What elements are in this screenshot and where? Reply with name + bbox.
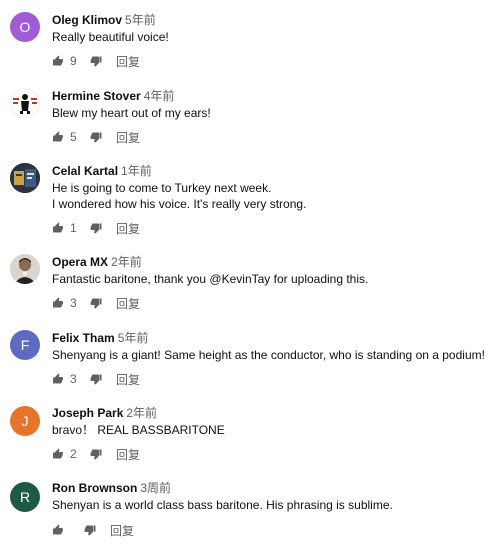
comment-actions: 5 回复: [52, 129, 140, 145]
thumbs-down-icon[interactable]: [90, 297, 102, 309]
comment-actions: 1 回复: [52, 220, 140, 236]
thumbs-up-icon[interactable]: [52, 297, 64, 309]
comment-actions: 2 回复: [52, 446, 140, 462]
reply-button[interactable]: 回复: [116, 371, 140, 388]
avatar[interactable]: O: [10, 12, 40, 42]
like-count: 1: [70, 221, 77, 235]
reply-button[interactable]: 回复: [116, 220, 140, 237]
comment-line: I wondered how his voice. It's really ve…: [52, 197, 307, 211]
author-name[interactable]: Ron Brownson: [52, 481, 137, 495]
avatar[interactable]: [10, 88, 40, 118]
author-name[interactable]: Oleg Klimov: [52, 13, 122, 27]
thumbs-up-icon[interactable]: [52, 222, 64, 234]
like-count: 2: [70, 447, 77, 461]
avatar-letter: R: [19, 489, 31, 505]
comment-actions: 回复: [52, 522, 134, 538]
author-name[interactable]: Celal Kartal: [52, 164, 118, 178]
avatar-letter: O: [19, 19, 31, 35]
comment-time[interactable]: 2年前: [126, 406, 157, 420]
thumbs-up-icon[interactable]: [52, 524, 64, 536]
reply-button[interactable]: 回复: [116, 295, 140, 312]
like-count: 3: [70, 296, 77, 310]
comment-time[interactable]: 2年前: [111, 255, 142, 269]
like-count: 9: [70, 54, 77, 68]
thumbs-down-icon[interactable]: [84, 524, 96, 536]
comment-actions: 3 回复: [52, 371, 140, 387]
comment-time[interactable]: 1年前: [121, 164, 152, 178]
thumbs-down-icon[interactable]: [90, 373, 102, 385]
comment-line: He is going to come to Turkey next week.: [52, 181, 272, 195]
like-count: 3: [70, 372, 77, 386]
avatar-image: [11, 89, 39, 117]
comment-text: Really beautiful voice!: [52, 29, 497, 45]
comment-header: Hermine Stover 4年前: [52, 88, 174, 104]
comment-header: Joseph Park 2年前: [52, 405, 157, 421]
avatar[interactable]: F: [10, 330, 40, 360]
comment-header: Celal Kartal 1年前: [52, 163, 152, 179]
comment-header: Ron Brownson 3周前: [52, 480, 171, 496]
comment-text: Shenyan is a world class bass baritone. …: [52, 497, 497, 513]
avatar-image: [10, 163, 40, 193]
comment-line: bravo！ REAL BASSBARITONE: [52, 423, 225, 437]
reply-button[interactable]: 回复: [110, 522, 134, 539]
comment-line: Shenyan is a world class bass baritone. …: [52, 498, 393, 512]
comment-time[interactable]: 3周前: [140, 481, 171, 495]
avatar[interactable]: J: [10, 406, 40, 436]
comment-header: Opera MX 2年前: [52, 254, 142, 270]
comment-text: bravo！ REAL BASSBARITONE: [52, 422, 497, 438]
thumbs-up-icon[interactable]: [52, 55, 64, 67]
avatar-image: [10, 254, 40, 284]
comment-text: He is going to come to Turkey next week.…: [52, 180, 497, 212]
comment-actions: 9 回复: [52, 53, 140, 69]
like-count: 5: [70, 130, 77, 144]
comment-text: Shenyang is a giant! Same height as the …: [52, 347, 497, 363]
reply-button[interactable]: 回复: [116, 129, 140, 146]
comment-header: Felix Tham 5年前: [52, 330, 148, 346]
author-name[interactable]: Joseph Park: [52, 406, 123, 420]
author-name[interactable]: Hermine Stover: [52, 89, 141, 103]
avatar[interactable]: [10, 163, 40, 193]
thumbs-up-icon[interactable]: [52, 373, 64, 385]
comment-line: Really beautiful voice!: [52, 30, 169, 44]
avatar[interactable]: R: [10, 482, 40, 512]
comment-line: Fantastic baritone, thank you @KevinTay …: [52, 272, 369, 286]
avatar-letter: J: [21, 413, 29, 429]
thumbs-up-icon[interactable]: [52, 448, 64, 460]
thumbs-down-icon[interactable]: [90, 448, 102, 460]
reply-button[interactable]: 回复: [116, 446, 140, 463]
comment-time[interactable]: 5年前: [125, 13, 156, 27]
avatar[interactable]: [10, 254, 40, 284]
comment-header: Oleg Klimov 5年前: [52, 12, 156, 28]
comment-actions: 3 回复: [52, 295, 140, 311]
thumbs-down-icon[interactable]: [90, 222, 102, 234]
comment-time[interactable]: 5年前: [118, 331, 149, 345]
comment-time[interactable]: 4年前: [144, 89, 175, 103]
comment-text: Blew my heart out of my ears!: [52, 105, 497, 121]
comment-text: Fantastic baritone, thank you @KevinTay …: [52, 271, 497, 287]
thumbs-up-icon[interactable]: [52, 131, 64, 143]
avatar-letter: F: [20, 337, 30, 353]
author-name[interactable]: Felix Tham: [52, 331, 115, 345]
comment-line: Blew my heart out of my ears!: [52, 106, 211, 120]
thumbs-down-icon[interactable]: [90, 131, 102, 143]
reply-button[interactable]: 回复: [116, 53, 140, 70]
thumbs-down-icon[interactable]: [90, 55, 102, 67]
comment-line: Shenyang is a giant! Same height as the …: [52, 348, 485, 362]
author-name[interactable]: Opera MX: [52, 255, 108, 269]
